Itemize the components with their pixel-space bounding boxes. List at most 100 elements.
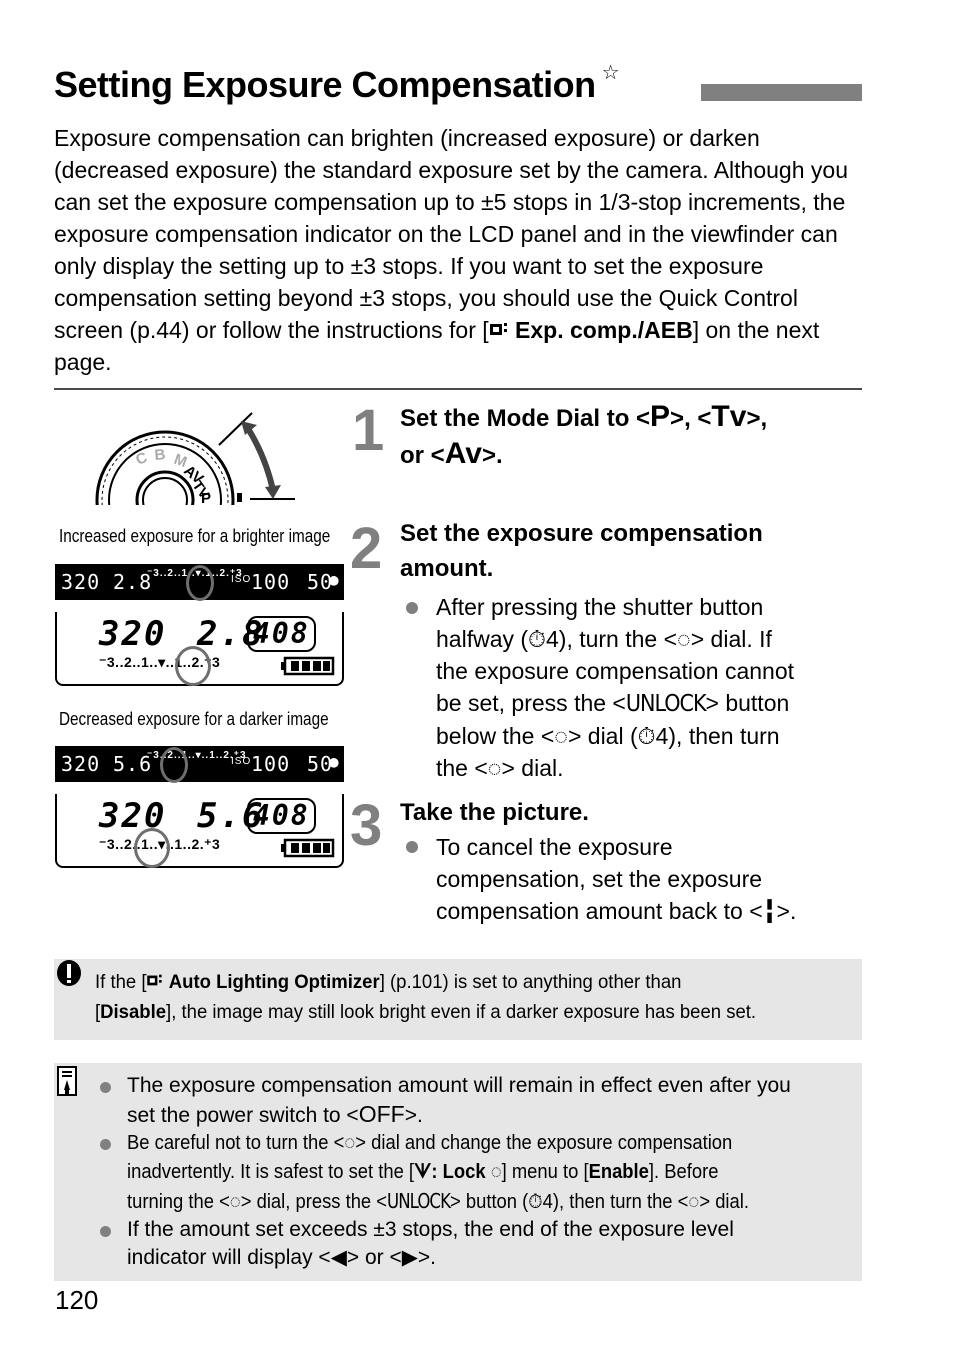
- mode-dial-illustration: C B M AV TV P: [95, 412, 295, 505]
- note-line: ), then turn the <: [552, 1191, 689, 1213]
- bullet-line: ), turn the <: [558, 626, 678, 652]
- note-line: The exposure compensation amount will re…: [127, 1074, 791, 1097]
- focus-confirm-icon: ●: [329, 570, 340, 589]
- page-title: Setting Exposure Compensation ☆: [54, 62, 620, 106]
- highlight-ring: [160, 747, 188, 783]
- camera-menu-icon: [146, 967, 163, 997]
- quick-control-dial-icon: ◌: [229, 1191, 241, 1213]
- mode-tv-label: Tv: [711, 400, 747, 433]
- note-line: >.: [404, 1104, 423, 1127]
- caption-decreased: Decreased exposure for a darker image: [59, 709, 329, 729]
- metering-timer-icon: ⏱4: [637, 723, 669, 749]
- note-line: set the power switch to <: [127, 1104, 359, 1127]
- lcd-panel-decreased: 320 5.6 408 ⁻3..2..1..▾..1..2.⁺3: [55, 794, 344, 868]
- quick-control-dial-icon: ◌: [554, 723, 568, 749]
- note-line: indicator will display <: [127, 1246, 331, 1269]
- bullet-line: > dial. If: [690, 626, 772, 652]
- highlight-ring: [186, 565, 214, 601]
- step-number-2: 2: [350, 516, 383, 581]
- highlight-ring: [175, 646, 211, 686]
- bullet-icon: [100, 1139, 111, 1150]
- mode-p-label: P: [650, 400, 671, 433]
- step-title-text: or <: [400, 442, 445, 469]
- bullet-line: ), then turn: [668, 723, 780, 749]
- page-number: 120: [55, 1285, 99, 1315]
- bullet-line: below the <: [436, 723, 555, 749]
- viewfinder-display-decreased: 320 5.6 ⁻3..2..1..▾..1..2.⁺3 ISO 100 50 …: [55, 746, 344, 782]
- section-divider: [54, 388, 862, 390]
- dial-label-b: B: [154, 446, 166, 464]
- intro-text: Exposure compensation can brighten (incr…: [54, 125, 848, 343]
- caution-icon: [57, 960, 81, 986]
- setting-disable: Disable: [100, 1001, 167, 1023]
- bullet-line: > dial.: [501, 755, 564, 781]
- vf-iso-label: ISO: [231, 756, 252, 767]
- bullet-line: To cancel the exposure: [436, 834, 673, 860]
- bullet-icon: [100, 1082, 111, 1093]
- step-3-title: Take the picture.: [400, 799, 589, 826]
- mode-av-label: Av: [444, 437, 482, 470]
- battery-icon: [281, 838, 335, 858]
- rotate-arrow-icon: [244, 425, 276, 491]
- advanced-star-icon: ☆: [601, 62, 620, 84]
- camera-menu-icon: [489, 314, 509, 346]
- step-title-text: >, <: [670, 405, 712, 432]
- quick-control-dial-icon: ◌: [688, 1191, 700, 1213]
- step-2-title: Set the exposure compensation amount.: [400, 520, 763, 582]
- note-item-2: Be careful not to turn the <◌> dial and …: [127, 1129, 845, 1217]
- title-decor-bar: [701, 84, 862, 101]
- bullet-line: compensation amount back to <: [436, 898, 763, 924]
- bullet-line: be set, press the <: [436, 690, 626, 716]
- step-2-bullet: After pressing the shutter button halfwa…: [436, 591, 866, 784]
- step-3-bullet: To cancel the exposure compensation, set…: [436, 831, 866, 927]
- note-line: inadvertently. It is safest to set the [: [127, 1161, 415, 1183]
- scale-right-end-icon: ▶: [401, 1246, 418, 1269]
- vf-shutter: 320: [61, 752, 101, 776]
- note-line: > dial, press the <: [240, 1191, 388, 1213]
- bullet-icon: [406, 841, 418, 853]
- step-1-title: Set the Mode Dial to <P>, <Tv>, or <Av>.: [400, 399, 870, 473]
- lcd-shutter: 320: [99, 614, 167, 654]
- battery-icon: [281, 656, 335, 676]
- note-item-3: If the amount set exceeds ±3 stops, the …: [127, 1216, 847, 1272]
- highlight-ring: [134, 828, 170, 868]
- caption-increased: Increased exposure for a brighter image: [59, 526, 331, 546]
- bullet-line: >.: [776, 898, 797, 924]
- bullet-line: the exposure compensation cannot: [436, 658, 795, 684]
- metering-timer-icon: ⏱4: [528, 1191, 553, 1213]
- note-line: > dial and change the exposure compensat…: [355, 1132, 733, 1154]
- step-title-text: >,: [746, 405, 768, 432]
- bullet-line: > button: [705, 690, 790, 716]
- vf-shutter: 320: [61, 570, 101, 594]
- note-line: turning the <: [127, 1191, 230, 1213]
- metering-timer-icon: ⏱4: [528, 626, 559, 652]
- quick-control-dial-icon: ◌: [344, 1132, 356, 1154]
- note-line: ] menu to [: [501, 1161, 589, 1183]
- step-title-text: >.: [481, 442, 503, 469]
- caution-line: If the [: [95, 971, 147, 993]
- unlock-button-label: UNLOCK: [625, 691, 707, 717]
- setting-enable: Enable: [588, 1161, 649, 1183]
- page-title-text: Setting Exposure Compensation: [54, 64, 596, 105]
- note-line: > dial.: [699, 1191, 749, 1213]
- bullet-line: compensation, set the exposure: [436, 866, 763, 892]
- vf-iso: 100: [251, 570, 291, 594]
- caution-line: ] (p.101) is set to anything other than: [379, 971, 682, 993]
- bullet-line: the <: [436, 755, 488, 781]
- bullet-icon: [100, 1226, 111, 1237]
- note-line: Be careful not to turn the <: [127, 1132, 345, 1154]
- quick-control-dial-icon: ◌: [677, 626, 691, 652]
- step-number-1: 1: [352, 398, 385, 463]
- note-line: ]. Before: [648, 1161, 719, 1183]
- caution-text: If the [ Auto Lighting Optimizer] (p.101…: [95, 967, 817, 1027]
- quick-control-dial-icon: ◌: [490, 1161, 502, 1183]
- note-line: >.: [417, 1246, 436, 1269]
- scale-left-end-icon: ◀: [330, 1246, 347, 1269]
- intro-paragraph: Exposure compensation can brighten (incr…: [54, 122, 866, 378]
- lcd-shots: 408: [247, 798, 316, 834]
- step-number-3: 3: [350, 793, 383, 858]
- quick-control-dial-icon: ◌: [487, 755, 502, 781]
- step-title-text: Set the Mode Dial to <: [400, 405, 651, 432]
- bullet-line: > dial (: [567, 723, 638, 749]
- note-item-1: The exposure compensation amount will re…: [127, 1072, 847, 1130]
